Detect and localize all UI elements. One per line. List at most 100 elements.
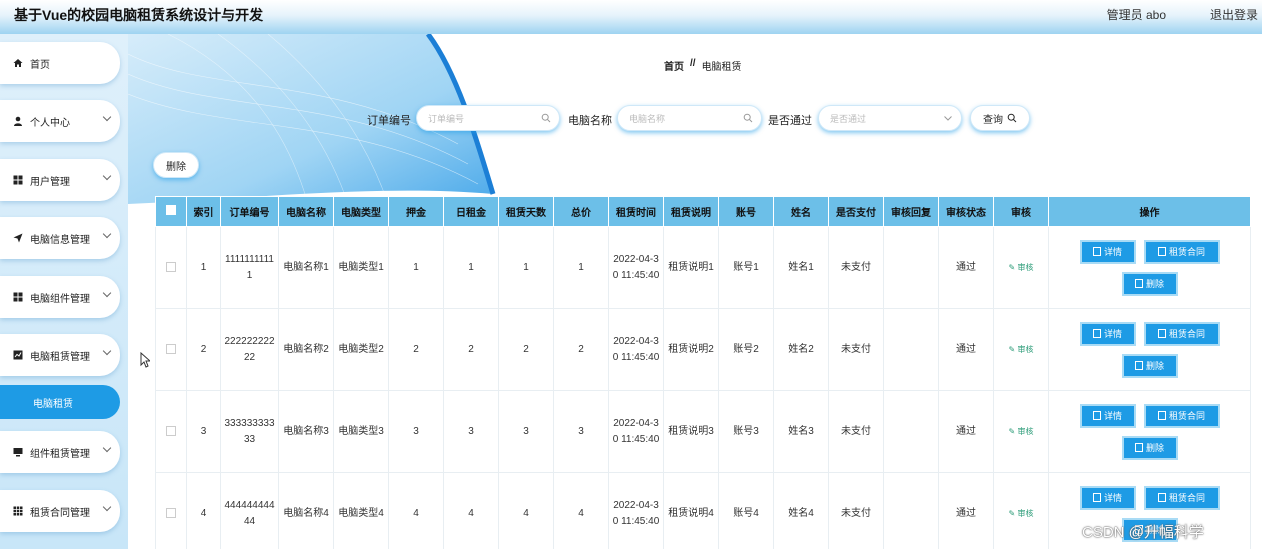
- document-icon: [1157, 247, 1166, 256]
- row-checkbox[interactable]: [166, 343, 176, 354]
- user-icon: [12, 115, 24, 127]
- detail-button[interactable]: 详情: [1079, 403, 1136, 428]
- column-header: 审核状态: [938, 196, 994, 227]
- detail-label: 详情: [1103, 410, 1122, 421]
- delete-button[interactable]: 删除: [1121, 435, 1178, 460]
- cell-paid: 未支付: [828, 226, 884, 309]
- cell-rent-time: 2022-04-30 11:45:40: [608, 226, 664, 309]
- cell-deposit: 2: [388, 308, 444, 391]
- grid-icon: [12, 174, 24, 186]
- contract-button[interactable]: 租赁合同: [1143, 403, 1220, 428]
- table-row: 3 33333333333 电脑名称3 电脑类型3 3 3 3 3 2022-0…: [155, 390, 1251, 473]
- sidebar-item-pc-info-management[interactable]: 电脑信息管理: [0, 217, 120, 259]
- audit-link[interactable]: ✎ 审核: [1009, 427, 1034, 436]
- rental-table: 索引 订单编号 电脑名称 电脑类型 押金 日租金 租赁天数 总价 租赁时间 租赁…: [155, 196, 1251, 549]
- cell-days: 3: [498, 390, 554, 473]
- sidebar-item-pc-rental-management[interactable]: 电脑租赁管理: [0, 334, 120, 376]
- edit-icon: ✎: [1008, 262, 1016, 272]
- audit-label: 审核: [1017, 344, 1034, 354]
- select-all-cell[interactable]: [155, 196, 187, 227]
- query-button[interactable]: 查询: [970, 105, 1030, 131]
- sidebar-item-user-management[interactable]: 用户管理: [0, 159, 120, 201]
- cell-name: 姓名2: [773, 308, 829, 391]
- audit-label: 审核: [1017, 426, 1034, 436]
- cell-daily-rent: 4: [443, 472, 499, 549]
- table-header-row: 索引 订单编号 电脑名称 电脑类型 押金 日租金 租赁天数 总价 租赁时间 租赁…: [155, 196, 1251, 227]
- column-header: 审核: [993, 196, 1049, 227]
- sidebar-item-personal-center[interactable]: 个人中心: [0, 100, 120, 142]
- detail-button[interactable]: 详情: [1079, 239, 1136, 264]
- breadcrumb-home[interactable]: 首页: [664, 58, 684, 73]
- audit-link[interactable]: ✎ 审核: [1009, 509, 1034, 518]
- audit-link[interactable]: ✎ 审核: [1009, 345, 1034, 354]
- row-checkbox[interactable]: [166, 425, 176, 436]
- row-select-cell[interactable]: [155, 308, 187, 391]
- admin-user-label: 管理员 abo: [1106, 8, 1166, 22]
- cell-reply: [883, 226, 939, 309]
- cell-pc-type: 电脑类型3: [333, 390, 389, 473]
- sidebar-item-home[interactable]: 首页: [0, 42, 120, 84]
- cell-index: 3: [186, 390, 221, 473]
- document-icon: [1092, 329, 1101, 338]
- chevron-down-icon: [102, 502, 112, 512]
- logout-link[interactable]: 退出登录: [1210, 6, 1258, 23]
- pc-name-label: 电脑名称: [568, 115, 612, 127]
- document-icon: [1157, 493, 1166, 502]
- column-header: 账号: [718, 196, 774, 227]
- batch-delete-button[interactable]: 删除: [153, 152, 199, 178]
- column-header: 是否支付: [828, 196, 884, 227]
- pass-select[interactable]: 是否通过: [818, 105, 962, 131]
- cell-pc-type: 电脑类型1: [333, 226, 389, 309]
- column-header: 操作: [1048, 196, 1251, 227]
- cell-days: 1: [498, 226, 554, 309]
- chart-icon: [12, 349, 24, 361]
- sidebar-subitem-pc-rental[interactable]: 电脑租赁: [0, 385, 120, 419]
- cell-reply: [883, 472, 939, 549]
- grid-icon: [12, 291, 24, 303]
- sidebar-item-component-rental-management[interactable]: 组件租赁管理: [0, 431, 120, 473]
- sidebar-item-rental-contract-management[interactable]: 租赁合同管理: [0, 490, 120, 532]
- cell-reply: [883, 308, 939, 391]
- delete-button[interactable]: 删除: [1121, 271, 1178, 296]
- row-checkbox[interactable]: [166, 261, 176, 272]
- cell-rent-time: 2022-04-30 11:45:40: [608, 390, 664, 473]
- pc-name-input[interactable]: 电脑名称: [617, 105, 762, 131]
- detail-button[interactable]: 详情: [1079, 485, 1136, 510]
- row-checkbox[interactable]: [166, 507, 176, 518]
- document-icon: [1092, 411, 1101, 420]
- audit-link[interactable]: ✎ 审核: [1009, 263, 1034, 272]
- order-no-input[interactable]: 订单编号: [416, 105, 560, 131]
- column-header: 电脑名称: [278, 196, 334, 227]
- edit-icon: ✎: [1008, 508, 1016, 518]
- delete-button[interactable]: 删除: [1121, 353, 1178, 378]
- app-title: 基于Vue的校园电脑租赁系统设计与开发: [14, 7, 264, 23]
- contract-label: 租赁合同: [1168, 246, 1205, 257]
- row-select-cell[interactable]: [155, 472, 187, 549]
- cell-account: 账号4: [718, 472, 774, 549]
- contract-button[interactable]: 租赁合同: [1143, 321, 1220, 346]
- cell-total: 4: [553, 472, 609, 549]
- cell-deposit: 4: [388, 472, 444, 549]
- row-select-cell[interactable]: [155, 226, 187, 309]
- sidebar-item-label: 个人中心: [30, 117, 70, 129]
- cell-paid: 未支付: [828, 390, 884, 473]
- chevron-down-icon: [102, 112, 112, 122]
- table-row: 1 11111111111 电脑名称1 电脑类型1 1 1 1 1 2022-0…: [155, 226, 1251, 309]
- cell-index: 1: [186, 226, 221, 309]
- row-select-cell[interactable]: [155, 390, 187, 473]
- detail-button[interactable]: 详情: [1079, 321, 1136, 346]
- trash-icon: [1134, 443, 1143, 452]
- contract-button[interactable]: 租赁合同: [1143, 239, 1220, 264]
- cell-paid: 未支付: [828, 472, 884, 549]
- sidebar-item-pc-component-management[interactable]: 电脑组件管理: [0, 276, 120, 318]
- cell-pc-type: 电脑类型4: [333, 472, 389, 549]
- sidebar-item-label: 租赁合同管理: [30, 507, 90, 519]
- column-header: 审核回复: [883, 196, 939, 227]
- audit-label: 审核: [1017, 508, 1034, 518]
- contract-button[interactable]: 租赁合同: [1143, 485, 1220, 510]
- sidebar-item-label: 电脑组件管理: [30, 293, 90, 305]
- breadcrumb-separator: //: [690, 58, 696, 69]
- table-row: 2 22222222222 电脑名称2 电脑类型2 2 2 2 2 2022-0…: [155, 308, 1251, 391]
- cell-daily-rent: 2: [443, 308, 499, 391]
- select-all-checkbox[interactable]: [166, 205, 176, 215]
